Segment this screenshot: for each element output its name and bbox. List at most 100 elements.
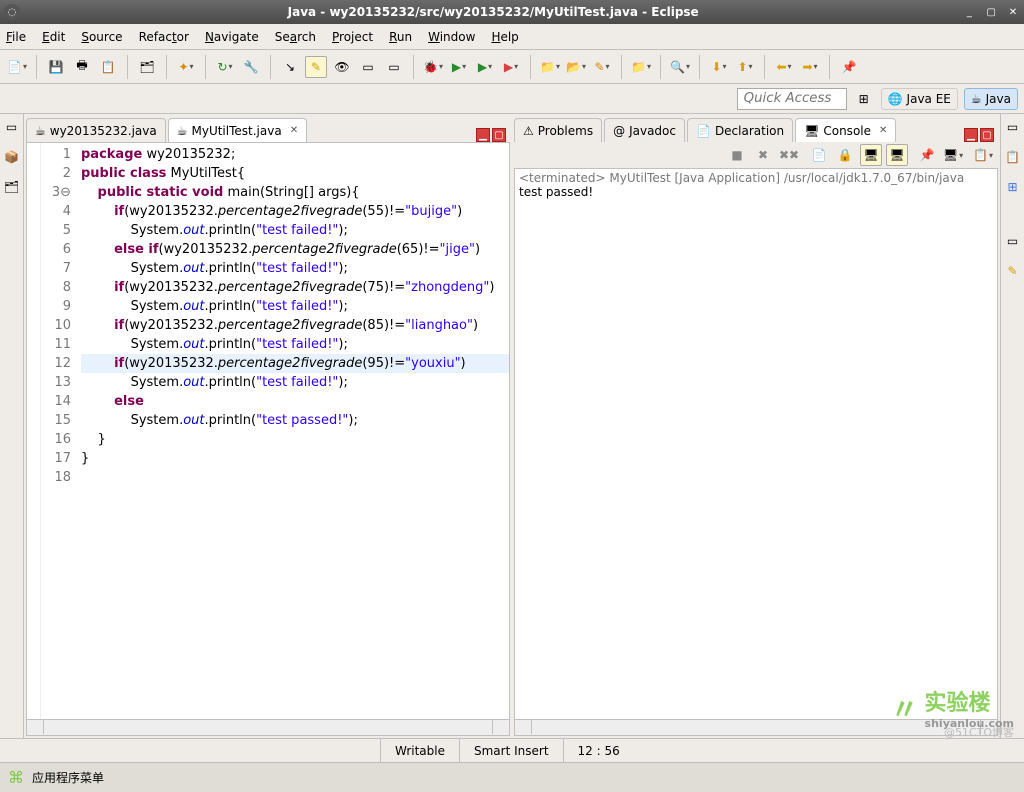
highlight-icon[interactable]: ✎ xyxy=(305,56,327,78)
right-trim: ▭ 📋 ⊞ ▭ ✎ xyxy=(1000,114,1024,738)
new-class-button[interactable]: 📂 xyxy=(565,56,587,78)
tab-close-icon[interactable]: ✕ xyxy=(290,125,298,136)
minimize-icon[interactable]: _ xyxy=(962,7,976,21)
package-explorer-icon[interactable]: 📦 xyxy=(3,148,21,166)
app-menu-label[interactable]: 应用程序菜单 xyxy=(32,769,104,786)
tab-console[interactable]: 🖥 Console ✕ xyxy=(795,118,896,142)
close-icon[interactable]: ✕ xyxy=(1006,7,1020,21)
watch-icon[interactable]: 👁 xyxy=(331,56,353,78)
clear-console-icon[interactable]: 📄 xyxy=(808,144,830,166)
annotation-next[interactable]: ⬇ xyxy=(708,56,730,78)
tab-javadoc[interactable]: @ Javadoc xyxy=(604,118,685,142)
left-trim: ▭ 📦 🗂 xyxy=(0,114,24,738)
cheatsheet-icon[interactable]: ✎ xyxy=(1004,262,1022,280)
display-console-icon[interactable]: 🖥 xyxy=(942,144,964,166)
search-drop[interactable]: 🔍 xyxy=(669,56,691,78)
forward-button[interactable]: ➡ xyxy=(799,56,821,78)
remove-all-icon[interactable]: ✖✖ xyxy=(778,144,800,166)
perspective-javaee[interactable]: 🌐 Java EE xyxy=(881,88,958,110)
restore-right-icon[interactable]: ▭ xyxy=(1004,118,1022,136)
maximize-view-icon[interactable]: ▢ xyxy=(492,128,506,142)
run-drop[interactable]: ▶ xyxy=(448,56,470,78)
new-pkg-button[interactable]: 📁 xyxy=(539,56,561,78)
view-tabs: ⚠ Problems @ Javadoc 📄 Declaration 🖥 Con… xyxy=(514,116,998,142)
console-output[interactable]: <terminated> MyUtilTest [Java Applicatio… xyxy=(514,168,998,720)
terminate-icon[interactable]: ■ xyxy=(726,144,748,166)
task-list-icon[interactable]: 📋 xyxy=(1004,148,1022,166)
line-numbers: 123⊖456789101112131415161718 xyxy=(41,143,77,719)
tab-close-icon[interactable]: ✕ xyxy=(879,125,887,136)
menu-bar: File Edit Source Refactor Navigate Searc… xyxy=(0,24,1024,50)
menu-file[interactable]: File xyxy=(6,30,26,44)
restore-right2-icon[interactable]: ▭ xyxy=(1004,232,1022,250)
watermark-blog: @51CTO博客 xyxy=(944,724,1014,740)
build-button[interactable]: 🗂 xyxy=(136,56,158,78)
open-console-icon[interactable]: 📋 xyxy=(972,144,994,166)
outline-icon[interactable]: ⊞ xyxy=(1004,178,1022,196)
save-button[interactable]: 💾 xyxy=(45,56,67,78)
console-area: ⚠ Problems @ Javadoc 📄 Declaration 🖥 Con… xyxy=(512,114,1000,738)
tab-problems[interactable]: ⚠ Problems xyxy=(514,118,602,142)
code-body[interactable]: package wy20135232; public class MyUtilT… xyxy=(77,143,509,719)
title-bar: ◌ Java - wy20135232/src/wy20135232/MyUti… xyxy=(0,0,1024,24)
main-toolbar: 📄 💾 🖶 📋 🗂 ✦ ↻ 🔧 ↘ ✎ 👁 ▭ ▭ 🐞 ▶ ▶ ▶ 📁 📂 ✎ … xyxy=(0,50,1024,84)
menu-refactor[interactable]: Refactor xyxy=(139,30,189,44)
scroll-lock-icon[interactable]: 🔒 xyxy=(834,144,856,166)
tab-wy20135232[interactable]: ☕ wy20135232.java xyxy=(26,118,166,142)
debug-sync-button[interactable]: ↻ xyxy=(214,56,236,78)
debug-button[interactable]: 🔧 xyxy=(240,56,262,78)
print-button[interactable]: 📋 xyxy=(97,56,119,78)
minimize-view-icon[interactable]: ▁ xyxy=(964,128,978,142)
maximize-icon[interactable]: ▢ xyxy=(984,7,998,21)
new-button[interactable]: 📄 xyxy=(6,56,28,78)
annotation-prev[interactable]: ⬆ xyxy=(734,56,756,78)
menu-edit[interactable]: Edit xyxy=(42,30,65,44)
code-editor[interactable]: 123⊖456789101112131415161718 package wy2… xyxy=(26,142,510,720)
menu-search[interactable]: Search xyxy=(275,30,316,44)
editor-area: ☕ wy20135232.java ☕ MyUtilTest.java ✕ ▁ … xyxy=(24,114,512,738)
tab-declaration[interactable]: 📄 Declaration xyxy=(687,118,793,142)
pin-button[interactable]: 📌 xyxy=(838,56,860,78)
skip-icon[interactable]: ▭ xyxy=(383,56,405,78)
navigator-icon[interactable]: 🗂 xyxy=(3,178,21,196)
maximize-view-icon[interactable]: ▢ xyxy=(980,128,994,142)
debug-drop[interactable]: 🐞 xyxy=(422,56,444,78)
console-header: <terminated> MyUtilTest [Java Applicatio… xyxy=(519,171,993,185)
window-title: Java - wy20135232/src/wy20135232/MyUtilT… xyxy=(28,5,958,19)
app-menu-icon[interactable]: ⌘ xyxy=(8,768,24,787)
menu-window[interactable]: Window xyxy=(428,30,475,44)
menu-source[interactable]: Source xyxy=(81,30,122,44)
restore-icon[interactable]: ▭ xyxy=(3,118,21,136)
menu-help[interactable]: Help xyxy=(491,30,518,44)
perspective-bar: ⊞ 🌐 Java EE ☕ Java xyxy=(0,84,1024,114)
menu-navigate[interactable]: Navigate xyxy=(205,30,259,44)
editor-hscroll[interactable] xyxy=(26,720,510,736)
new-iface-button[interactable]: ✎ xyxy=(591,56,613,78)
tab-myutiltest[interactable]: ☕ MyUtilTest.java ✕ xyxy=(168,118,307,142)
new-server-button[interactable]: ✦ xyxy=(175,56,197,78)
status-writable: Writable xyxy=(380,739,459,762)
app-icon: ◌ xyxy=(4,4,20,20)
console-line: test passed! xyxy=(519,185,993,199)
open-perspective-button[interactable]: ⊞ xyxy=(853,88,875,110)
show-stdout-icon[interactable]: 🖥 xyxy=(860,144,882,166)
minimize-view-icon[interactable]: ▁ xyxy=(476,128,490,142)
perspective-java[interactable]: ☕ Java xyxy=(964,88,1018,110)
ext-tools-drop[interactable]: ▶ xyxy=(500,56,522,78)
console-toolbar: ■ ✖ ✖✖ 📄 🔒 🖥 🖥 📌 🖥 📋 xyxy=(514,142,998,168)
quick-access-input[interactable] xyxy=(737,88,847,110)
step-icon[interactable]: ↘ xyxy=(279,56,301,78)
coverage-drop[interactable]: ▶ xyxy=(474,56,496,78)
status-position: 12 : 56 xyxy=(563,739,634,762)
menu-run[interactable]: Run xyxy=(389,30,412,44)
breakpoint-icon[interactable]: ▭ xyxy=(357,56,379,78)
back-button[interactable]: ⬅ xyxy=(773,56,795,78)
remove-launch-icon[interactable]: ✖ xyxy=(752,144,774,166)
menu-project[interactable]: Project xyxy=(332,30,373,44)
show-stderr-icon[interactable]: 🖥 xyxy=(886,144,908,166)
editor-tabs: ☕ wy20135232.java ☕ MyUtilTest.java ✕ ▁ … xyxy=(26,116,510,142)
status-bar: Writable Smart Insert 12 : 56 xyxy=(0,738,1024,762)
pin-console-icon[interactable]: 📌 xyxy=(916,144,938,166)
open-type-button[interactable]: 📁 xyxy=(630,56,652,78)
save-all-button[interactable]: 🖶 xyxy=(71,56,93,78)
